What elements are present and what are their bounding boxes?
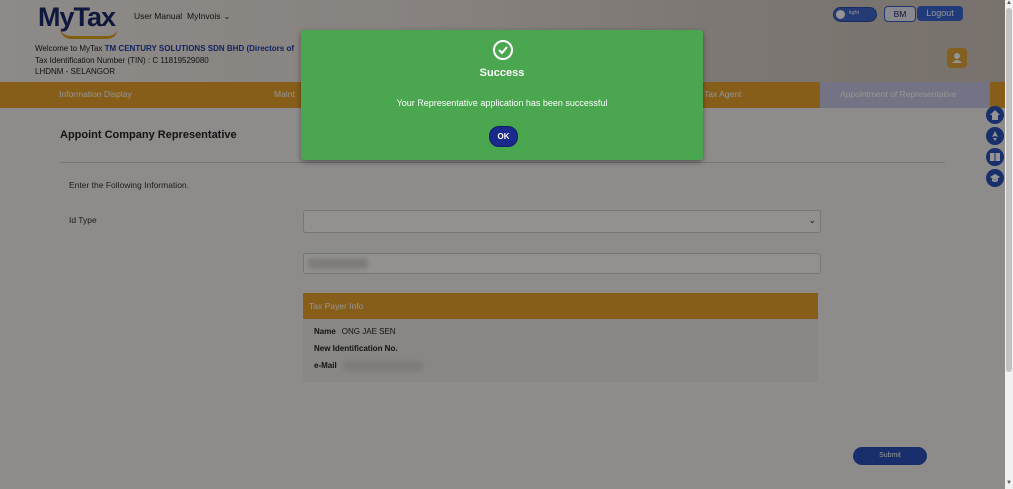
check-mark [498,46,508,55]
vertical-scrollbar[interactable]: ▲ ▼ [1005,0,1013,489]
scroll-down-icon[interactable]: ▼ [1006,480,1012,486]
success-dialog: Success Your Representative application … [301,30,703,160]
check-circle-icon [493,40,513,60]
scroll-up-icon[interactable]: ▲ [1006,0,1012,6]
scroll-thumb[interactable] [1006,8,1012,372]
dialog-title: Success [479,67,525,79]
dialog-message: Your Representative application has been… [396,98,608,108]
page: MyTax User Manual MyInvois ⌄ light BM Log… [0,0,1005,489]
ok-button[interactable]: OK [489,126,518,147]
